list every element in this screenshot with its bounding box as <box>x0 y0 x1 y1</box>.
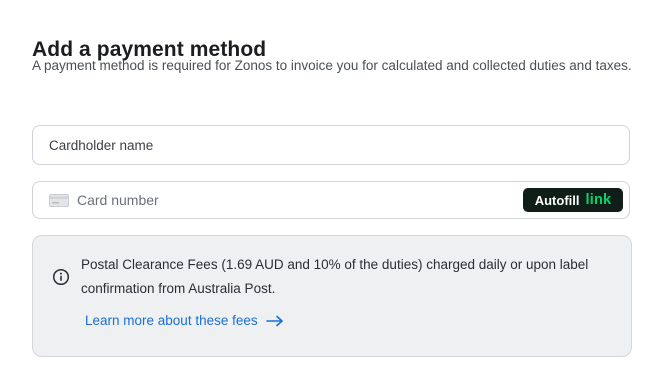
cardholder-name-field[interactable] <box>32 125 630 165</box>
card-number-field[interactable]: Autofill link <box>32 181 630 219</box>
cardholder-name-input[interactable] <box>49 126 609 164</box>
card-number-input[interactable] <box>77 182 517 218</box>
autofill-label: Autofill <box>534 192 580 208</box>
learn-more-fees-link[interactable]: Learn more about these fees <box>85 313 284 328</box>
page-description: A payment method is required for Zonos t… <box>32 58 632 73</box>
credit-card-icon <box>49 194 69 207</box>
link-brand-logo: link <box>585 192 612 208</box>
arrow-right-icon <box>265 315 283 326</box>
info-icon <box>52 268 70 286</box>
fee-notice-text: Postal Clearance Fees (1.69 AUD and 10% … <box>81 257 589 296</box>
fee-notice-panel: Postal Clearance Fees (1.69 AUD and 10% … <box>32 235 632 357</box>
autofill-link-button[interactable]: Autofill link <box>523 188 623 212</box>
learn-more-label: Learn more about these fees <box>85 313 258 328</box>
